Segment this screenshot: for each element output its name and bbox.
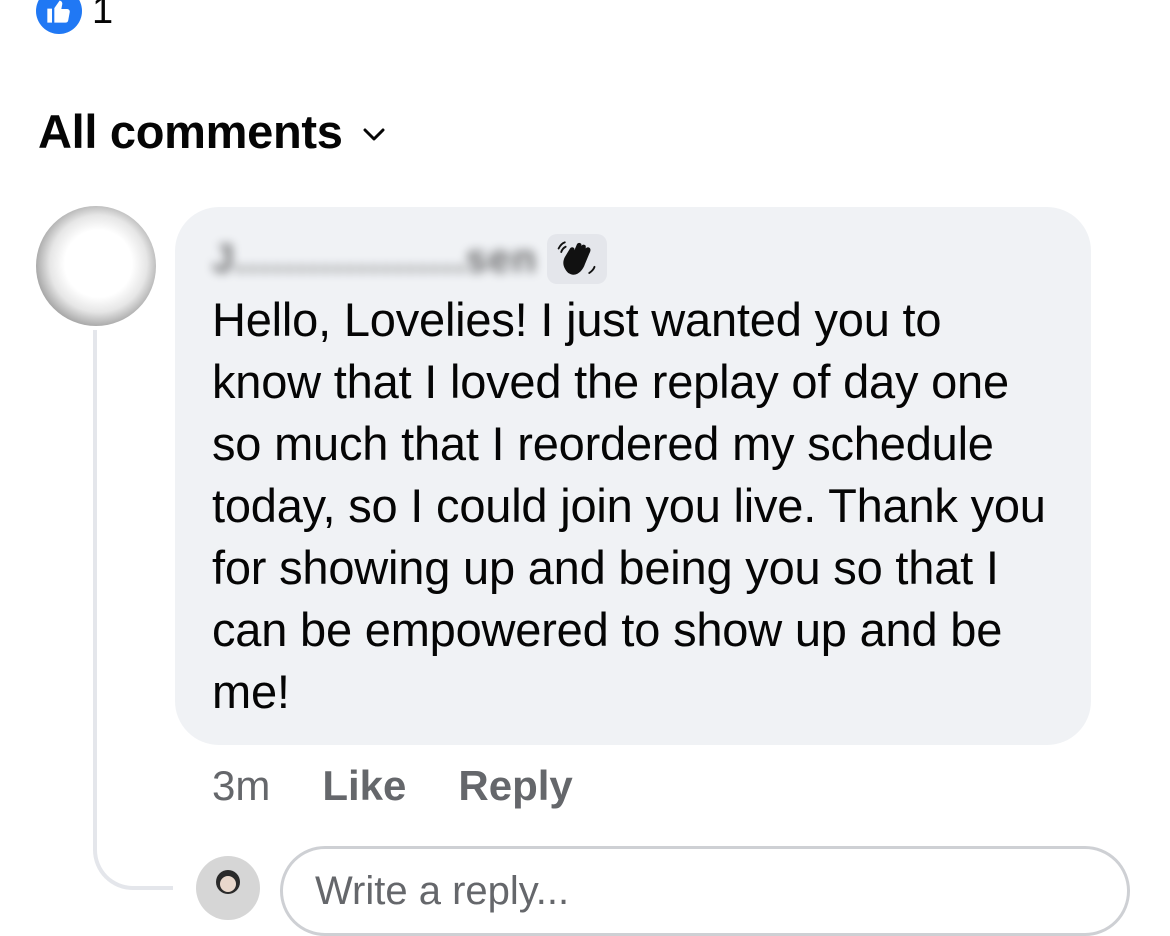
sort-label: All comments	[38, 105, 343, 158]
reply-button[interactable]: Reply	[458, 762, 572, 810]
comment-author-name[interactable]: J...................sen	[212, 237, 537, 282]
comment-timestamp[interactable]: 3m	[212, 762, 270, 810]
reply-input[interactable]	[280, 846, 1130, 936]
commenter-avatar[interactable]	[36, 206, 156, 326]
waving-hand-icon	[547, 234, 608, 284]
reaction-count: 1	[92, 0, 114, 32]
comment-text: Hello, Lovelies! I just wanted you to kn…	[212, 293, 1046, 718]
thread-connector-line	[93, 330, 173, 890]
like-thumbs-up-icon	[36, 0, 82, 34]
like-button[interactable]: Like	[322, 762, 406, 810]
current-user-avatar	[196, 856, 260, 920]
comment-bubble: J...................sen Hello, Lovelies!…	[175, 207, 1091, 745]
comment-actions: 3m Like Reply	[212, 762, 573, 810]
comment-author-row: J...................sen	[212, 231, 1051, 287]
reaction-summary[interactable]: 1	[36, 0, 113, 36]
comments-sort-dropdown[interactable]: All comments	[38, 104, 385, 159]
chevron-down-icon	[363, 128, 385, 142]
